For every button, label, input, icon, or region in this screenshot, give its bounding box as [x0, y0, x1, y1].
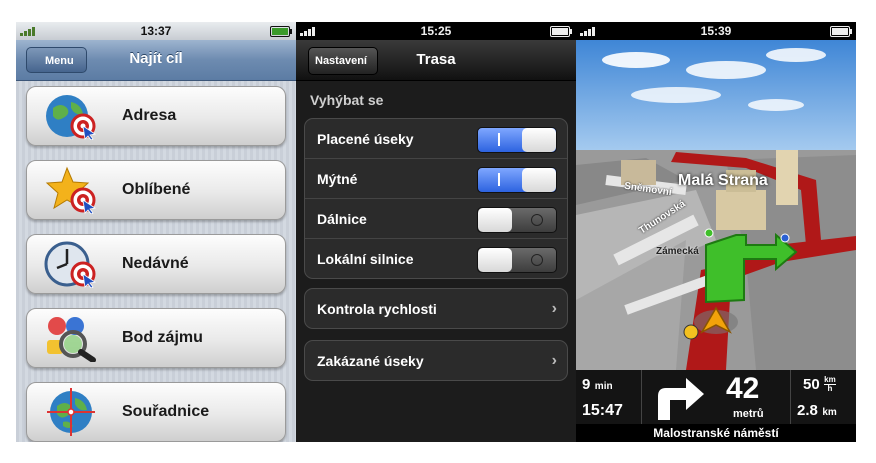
turn-right-icon [658, 378, 704, 420]
current-street: Malostranské náměstí [576, 424, 856, 442]
poi-magnifier-icon [47, 317, 96, 362]
nav-row-label: Zakázané úseky [317, 353, 424, 369]
menu-back-button[interactable]: Menu [26, 47, 87, 73]
toggle-label: Placené úseky [317, 131, 414, 147]
nav-row: Zakázané úseky › [305, 341, 567, 380]
avoid-options-group: Placené úseky Mýtné Dálnice Lokální siln… [304, 118, 568, 279]
speed-check-row[interactable]: Kontrola rychlosti › [304, 288, 568, 329]
star-target-icon [45, 166, 97, 214]
menu-item-label: Adresa [122, 107, 177, 124]
map-label-street: Zámecká [656, 246, 699, 257]
menu-item-label: Souřadnice [122, 403, 210, 420]
route-settings-screen: 15:25 Nastavení Trasa Vyhýbat se Placené… [296, 22, 576, 442]
clock-target-icon [44, 241, 97, 288]
trip-time-cell: 9 min 15:47 [576, 370, 642, 426]
chevron-right-icon: › [551, 352, 557, 369]
chevron-right-icon: › [551, 300, 557, 317]
speed-cell: 50 km h 2.8 km [790, 370, 856, 426]
globe-target-icon [46, 95, 97, 140]
destination-menu: Adresa Oblíbené Nedávné Bod zájmu Souřad… [26, 86, 286, 442]
nav-row-label: Kontrola rychlosti [317, 301, 437, 317]
toggle-label: Dálnice [317, 211, 367, 227]
toggle-label: Mýtné [317, 171, 358, 187]
navigation-info-panel: 9 min 15:47 42 metrů 50 km h 2.8 km Malo… [576, 370, 856, 442]
menu-item-favorites[interactable]: Oblíbené [26, 160, 286, 220]
menu-item-point-of-interest[interactable]: Bod zájmu [26, 308, 286, 368]
menu-item-address[interactable]: Adresa [26, 86, 286, 146]
navigation-bar: Menu Najít cíl [16, 40, 296, 81]
find-destination-screen: 13:37 Menu Najít cíl Adresa Oblíbené Ned… [16, 22, 296, 442]
battery-icon [270, 26, 292, 37]
distance-unit: metrů [733, 408, 764, 420]
globe-crosshair-icon [47, 388, 95, 436]
arrival-time: 15:47 [582, 402, 623, 419]
status-time: 15:25 [420, 24, 452, 38]
battery-icon [550, 26, 572, 37]
map-view[interactable] [576, 40, 856, 370]
speed: 50 km h [803, 376, 836, 394]
navigation-bar: Nastavení Trasa [296, 40, 576, 81]
speed-value: 50 [803, 376, 820, 393]
menu-item-label: Nedávné [122, 255, 189, 272]
toggle-row-tolls: Mýtné [305, 159, 567, 199]
remaining-time-unit: min [594, 381, 613, 392]
local-roads-toggle[interactable] [477, 247, 557, 273]
status-bar: 15:39 [576, 22, 856, 40]
speed-unit: km h [824, 376, 836, 393]
tolls-toggle[interactable] [477, 167, 557, 193]
menu-item-label: Bod zájmu [122, 329, 203, 346]
toll-sections-toggle[interactable] [477, 127, 557, 153]
nav-row: Kontrola rychlosti › [305, 289, 567, 328]
menu-item-recent[interactable]: Nedávné [26, 234, 286, 294]
toggle-row-local-roads: Lokální silnice [305, 239, 567, 278]
status-time: 13:37 [140, 24, 172, 38]
map-label-district: Malá Strana [678, 172, 768, 189]
distance-to-turn: 42 [726, 372, 760, 405]
remaining-distance-unit: km [822, 407, 837, 418]
page-title: Trasa [416, 51, 456, 68]
speed-unit-bottom: h [827, 384, 833, 393]
highways-toggle[interactable] [477, 207, 557, 233]
battery-icon [830, 26, 852, 37]
forbidden-sections-row[interactable]: Zakázané úseky › [304, 340, 568, 381]
navigation-map-screen: 15:39 Malá Strana Sněmovní Thunovská Zám… [576, 22, 856, 442]
remaining-time: 9 min [582, 376, 613, 394]
status-bar: 13:37 [16, 22, 296, 40]
toggle-row-highways: Dálnice [305, 199, 567, 239]
toggle-label: Lokální silnice [317, 251, 414, 267]
menu-item-label: Oblíbené [122, 181, 191, 198]
status-bar: 15:25 [296, 22, 576, 40]
menu-item-coordinates[interactable]: Souřadnice [26, 382, 286, 442]
section-header: Vyhýbat se [310, 92, 384, 108]
remaining-distance-value: 2.8 [797, 402, 818, 419]
back-button-label: Menu [45, 55, 74, 67]
status-time: 15:39 [700, 24, 732, 38]
toggle-row-toll-sections: Placené úseky [305, 119, 567, 159]
remaining-distance: 2.8 km [797, 402, 837, 420]
remaining-time-value: 9 [582, 376, 591, 393]
